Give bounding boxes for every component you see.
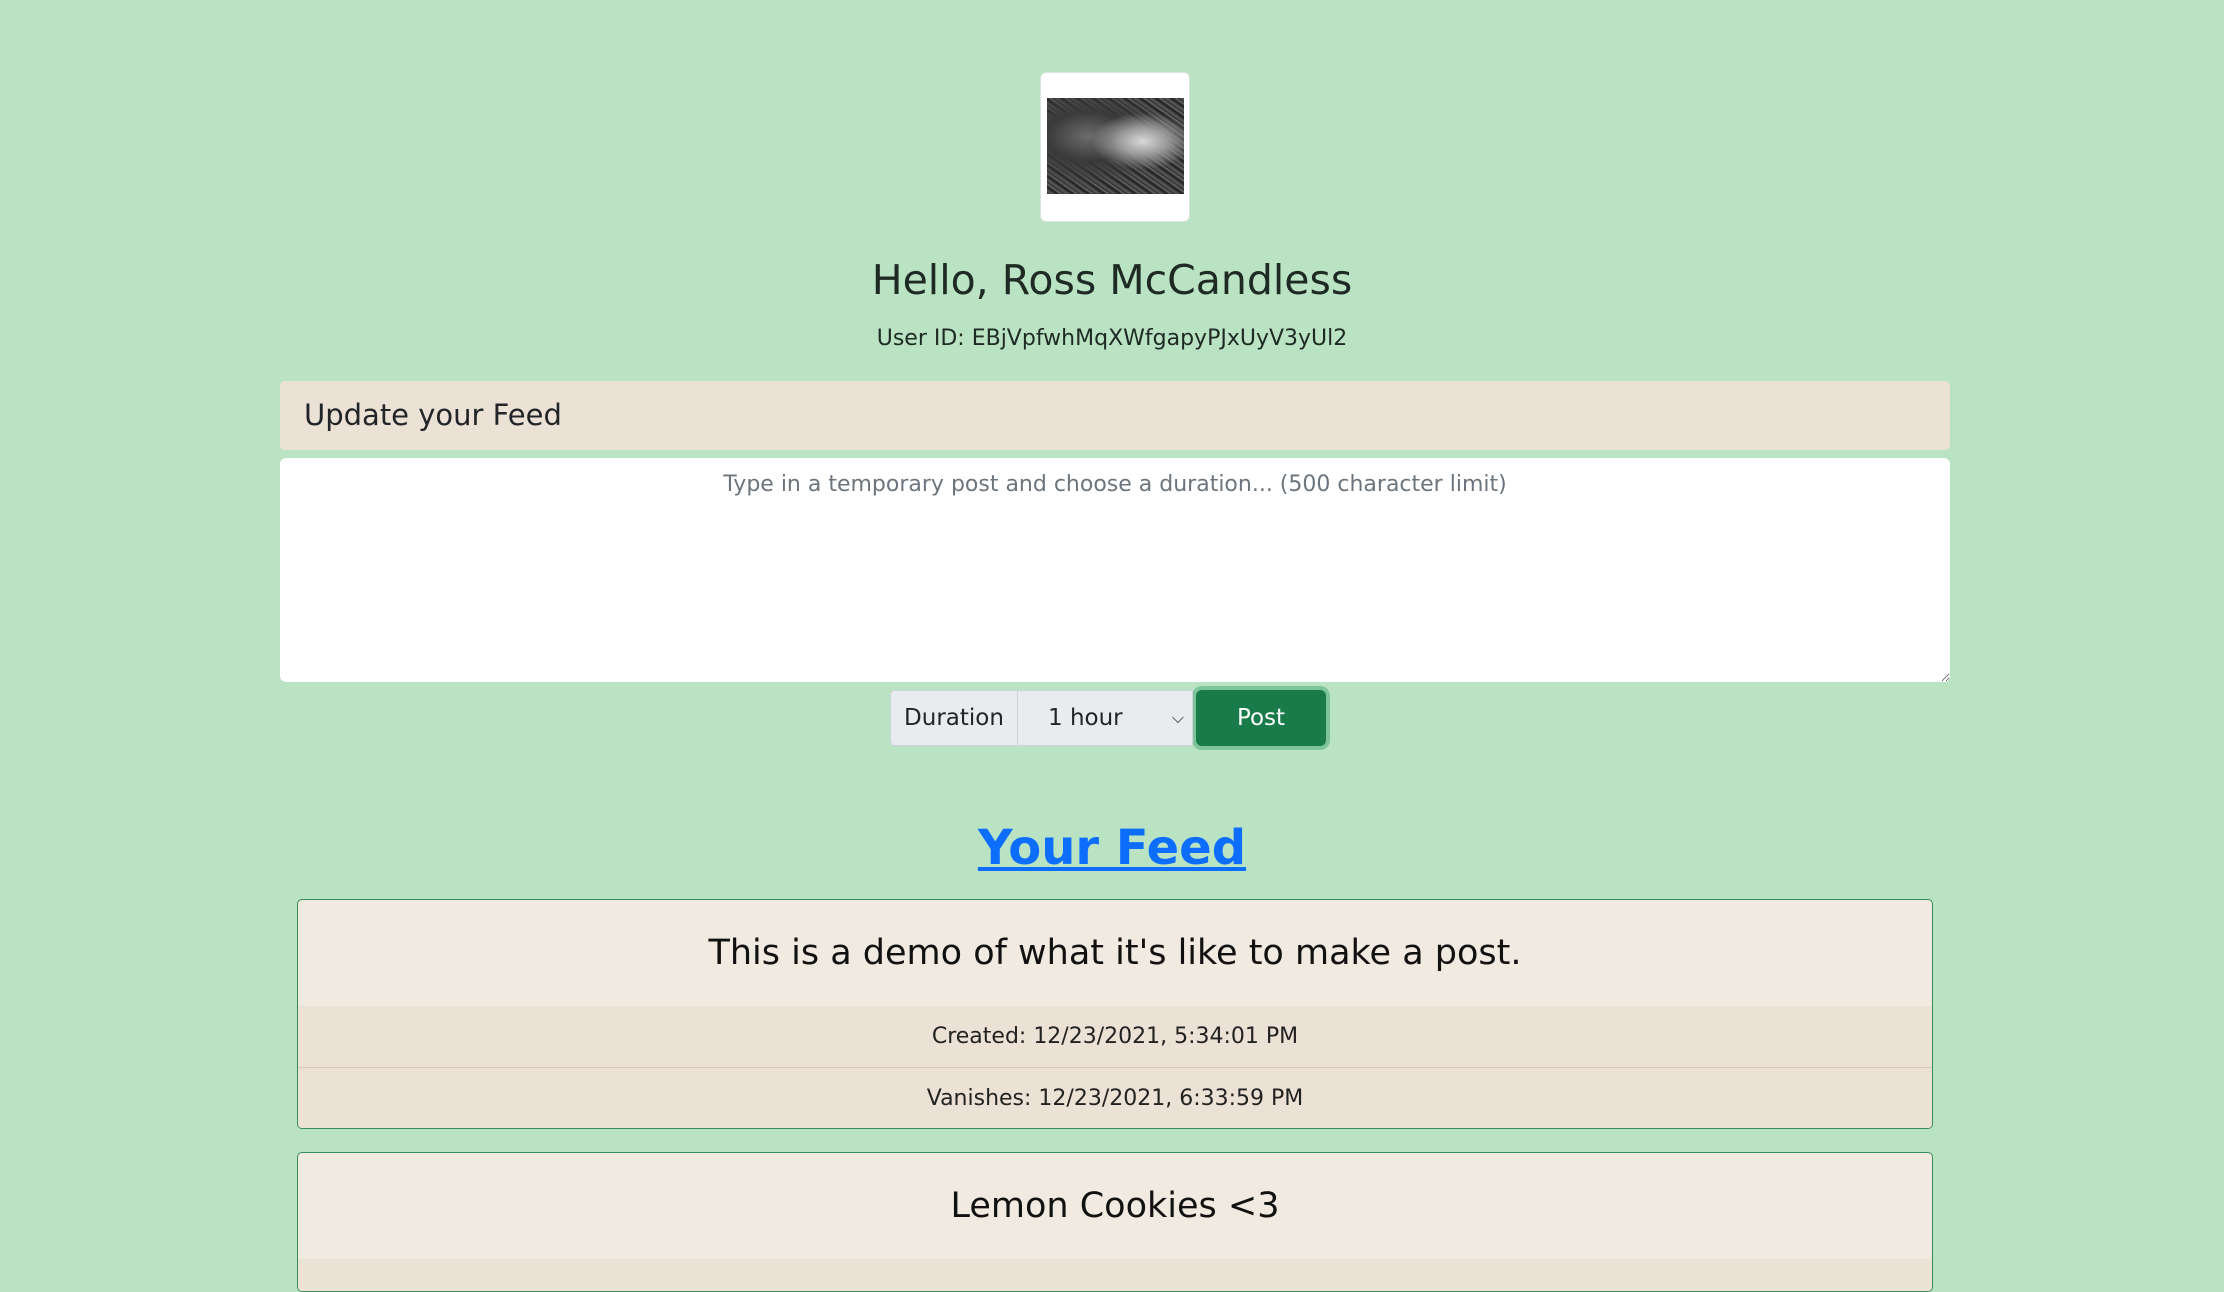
- post-vanish-time: Vanishes: 12/23/2021, 6:33:59 PM: [298, 1067, 1932, 1128]
- greeting-heading: Hello, Ross McCandless: [871, 256, 1353, 304]
- post-textarea[interactable]: [280, 458, 1950, 682]
- post-created-time: Created: 12/23/2021, 5:34:01 PM: [298, 1006, 1932, 1067]
- duration-row: Duration 1 hour ⌵ Post: [890, 690, 1326, 746]
- update-feed-header: Update your Feed: [280, 381, 1950, 450]
- post-text: Lemon Cookies <3: [950, 1186, 1280, 1226]
- post-button[interactable]: Post: [1196, 690, 1326, 746]
- user-id-text: User ID: EBjVpfwhMqXWfgapyPJxUyV3yUl2: [876, 326, 1348, 351]
- post-created-time: [298, 1259, 1932, 1291]
- feed-title-link[interactable]: Your Feed: [0, 820, 2224, 876]
- feed-post-card: This is a demo of what it's like to make…: [297, 899, 1933, 1129]
- chevron-down-icon: ⌵: [1171, 708, 1184, 727]
- duration-label: Duration: [890, 690, 1017, 746]
- post-text: This is a demo of what it's like to make…: [708, 933, 1522, 973]
- avatar-image: [1047, 98, 1184, 194]
- duration-selected-value: 1 hour: [1048, 705, 1123, 731]
- feed-post-card: Lemon Cookies <3: [297, 1152, 1933, 1292]
- duration-select[interactable]: 1 hour ⌵: [1017, 690, 1193, 746]
- avatar: [1040, 72, 1190, 222]
- profile-page: Hello, Ross McCandless User ID: EBjVpfwh…: [0, 0, 2224, 1292]
